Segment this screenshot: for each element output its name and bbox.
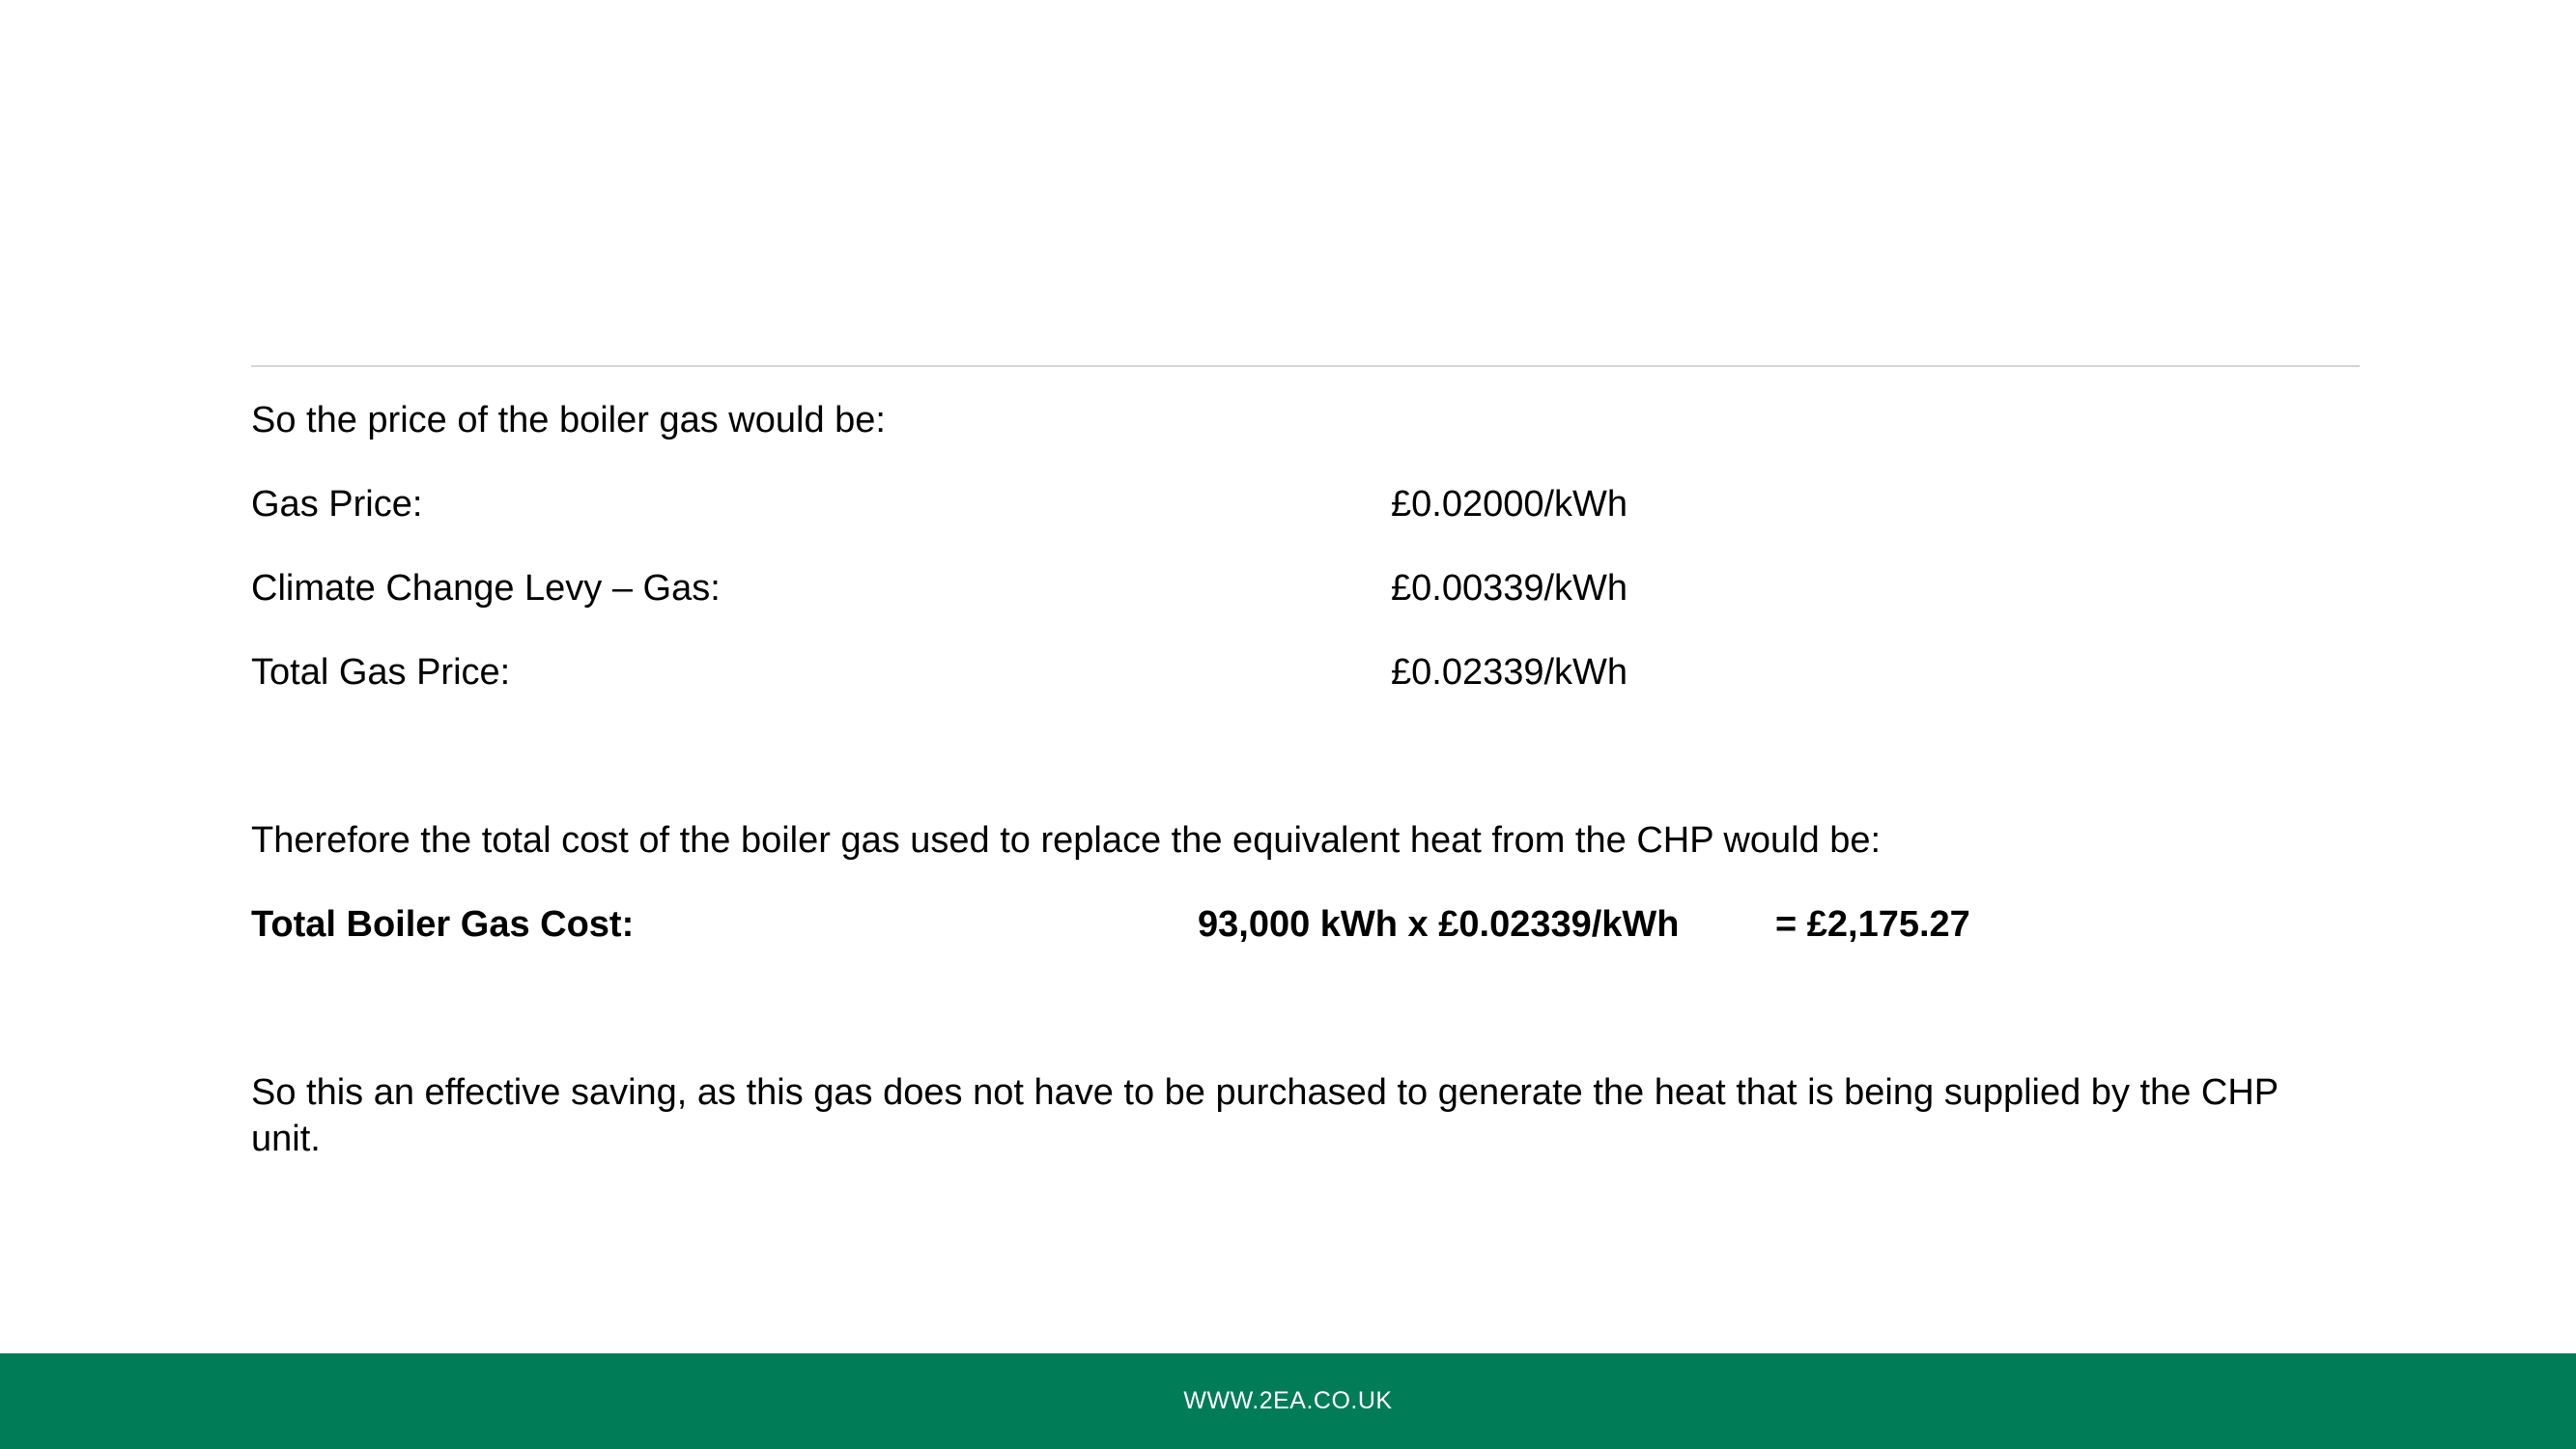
- footer-bar: WWW.2EA.CO.UK: [0, 1353, 2576, 1449]
- footer-url[interactable]: WWW.2EA.CO.UK: [1183, 1387, 1392, 1415]
- total-gas-price-label: Total Gas Price:: [251, 652, 511, 693]
- conclusion-text: So this an effective saving, as this gas…: [251, 1072, 2279, 1159]
- climate-levy-label: Climate Change Levy – Gas:: [251, 568, 721, 609]
- total-cost-result: = £2,175.27: [1775, 904, 1970, 945]
- total-gas-price-value: £0.02339/kWh: [1391, 652, 1628, 693]
- header-divider: [251, 365, 2360, 367]
- climate-levy-value: £0.00339/kWh: [1391, 568, 1628, 609]
- total-cost-label: Total Boiler Gas Cost:: [251, 904, 635, 945]
- therefore-text: Therefore the total cost of the boiler g…: [251, 820, 1882, 861]
- gas-price-value: £0.02000/kWh: [1391, 484, 1628, 525]
- total-cost-calculation: 93,000 kWh x £0.02339/kWh: [1198, 904, 1680, 945]
- gas-price-label: Gas Price:: [251, 484, 423, 525]
- intro-text: So the price of the boiler gas would be:: [251, 400, 886, 440]
